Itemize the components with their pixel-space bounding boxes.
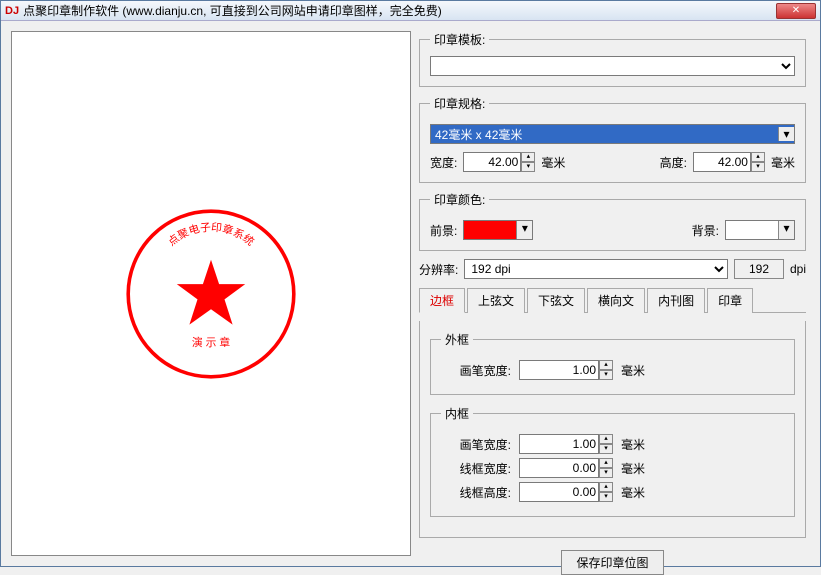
color-legend: 印章颜色:: [430, 191, 489, 208]
width-input[interactable]: [463, 152, 521, 172]
template-select[interactable]: [430, 56, 795, 76]
frame-width-stepper[interactable]: ▴▾: [519, 458, 613, 478]
unit: 毫米: [621, 484, 645, 501]
outer-pen-label: 画笔宽度:: [441, 362, 511, 379]
width-stepper[interactable]: ▴▾: [463, 152, 535, 172]
size-group: 印章规格: 42毫米 x 42毫米 ▾ 宽度: ▴▾ 毫米 高度:: [419, 95, 806, 183]
tab-upper[interactable]: 上弦文: [467, 288, 525, 313]
width-up[interactable]: ▴: [521, 152, 535, 162]
size-select[interactable]: 42毫米 x 42毫米 ▾: [430, 124, 795, 144]
tab-inner[interactable]: 内刊图: [647, 288, 705, 313]
dpi-unit: dpi: [790, 262, 806, 276]
height-unit: 毫米: [771, 154, 795, 171]
frame-width-input[interactable]: [519, 458, 599, 478]
bg-label: 背景:: [692, 222, 719, 239]
tab-border[interactable]: 边框: [419, 288, 465, 313]
frame-width-label: 线框宽度:: [441, 460, 511, 477]
width-unit: 毫米: [541, 154, 565, 171]
svg-text:点聚电子印章系统: 点聚电子印章系统: [166, 221, 257, 248]
size-legend: 印章规格:: [430, 95, 489, 112]
svg-text:演 示 章: 演 示 章: [192, 336, 231, 349]
tab-stamp[interactable]: 印章: [707, 288, 753, 313]
seal-preview: 点聚电子印章系统 演 示 章: [121, 204, 301, 384]
preview-canvas: 点聚电子印章系统 演 示 章: [11, 31, 411, 556]
frame-height-input[interactable]: [519, 482, 599, 502]
dpi-label: 分辨率:: [419, 261, 458, 278]
dpi-value: 192: [734, 259, 784, 279]
unit: 毫米: [621, 362, 645, 379]
save-bitmap-button[interactable]: 保存印章位图: [561, 550, 663, 575]
outer-pen-stepper[interactable]: ▴▾: [519, 360, 613, 380]
chevron-down-icon: ▾: [778, 221, 794, 239]
height-up[interactable]: ▴: [751, 152, 765, 162]
app-logo: DJ: [5, 5, 19, 17]
unit: 毫米: [621, 436, 645, 453]
tab-content: 外框 画笔宽度: ▴▾ 毫米 内框 画笔宽度:: [419, 321, 806, 538]
tabs: 边框 上弦文 下弦文 横向文 内刊图 印章: [419, 287, 806, 313]
outer-legend: 外框: [441, 331, 473, 348]
frame-height-stepper[interactable]: ▴▾: [519, 482, 613, 502]
height-down[interactable]: ▾: [751, 162, 765, 172]
height-label: 高度:: [660, 154, 687, 171]
window-title: 点聚印章制作软件 (www.dianju.cn, 可直接到公司网站申请印章图样，…: [23, 2, 776, 19]
width-label: 宽度:: [430, 154, 457, 171]
tab-lower[interactable]: 下弦文: [527, 288, 585, 313]
color-group: 印章颜色: 前景: ▾ 背景: ▾: [419, 191, 806, 251]
inner-frame-group: 内框 画笔宽度: ▴▾ 毫米 线框宽度: ▴▾: [430, 405, 795, 517]
chevron-down-icon: ▾: [778, 127, 794, 141]
chevron-down-icon: ▾: [516, 221, 532, 239]
inner-pen-label: 画笔宽度:: [441, 436, 511, 453]
bg-swatch: [726, 221, 778, 239]
height-stepper[interactable]: ▴▾: [693, 152, 765, 172]
inner-pen-input[interactable]: [519, 434, 599, 454]
template-group: 印章模板:: [419, 31, 806, 87]
height-input[interactable]: [693, 152, 751, 172]
outer-frame-group: 外框 画笔宽度: ▴▾ 毫米: [430, 331, 795, 395]
inner-legend: 内框: [441, 405, 473, 422]
fg-swatch: [464, 221, 516, 239]
frame-height-label: 线框高度:: [441, 484, 511, 501]
unit: 毫米: [621, 460, 645, 477]
tab-horiz[interactable]: 横向文: [587, 288, 645, 313]
inner-pen-stepper[interactable]: ▴▾: [519, 434, 613, 454]
outer-pen-input[interactable]: [519, 360, 599, 380]
fg-label: 前景:: [430, 222, 457, 239]
fg-color-select[interactable]: ▾: [463, 220, 533, 240]
width-down[interactable]: ▾: [521, 162, 535, 172]
bg-color-select[interactable]: ▾: [725, 220, 795, 240]
template-legend: 印章模板:: [430, 31, 489, 48]
dpi-select[interactable]: 192 dpi: [464, 259, 728, 279]
close-button[interactable]: ✕: [776, 3, 816, 19]
